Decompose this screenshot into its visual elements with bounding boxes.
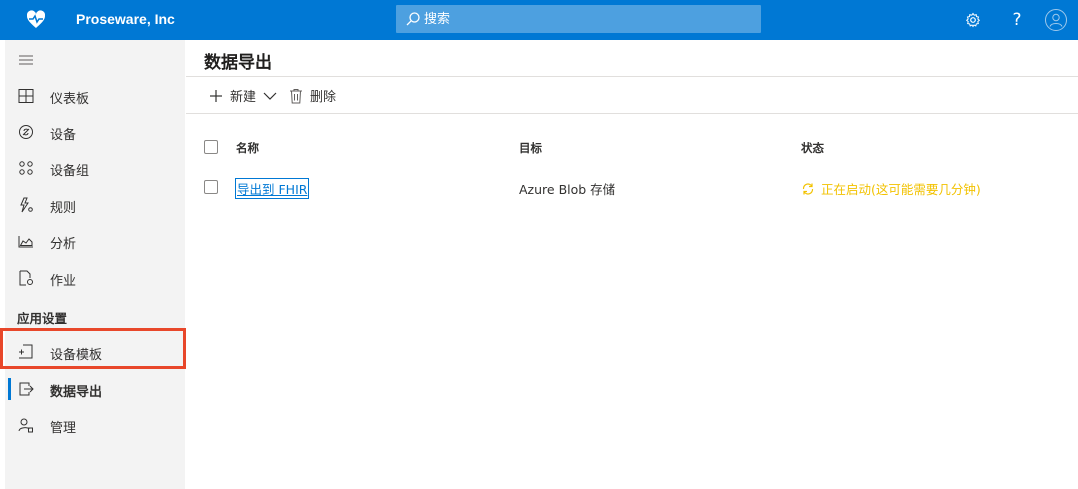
sidebar-item-label: 分析 [50,237,77,252]
highlight-box [0,328,186,369]
administration-icon [18,418,33,433]
sidebar-item-data-export[interactable]: 数据导出 [5,371,185,407]
sidebar-collapse-button[interactable] [5,42,185,78]
data-export-icon [19,382,34,396]
export-name-link[interactable]: 导出到 FHIR [234,178,310,199]
sidebar-item-label: 作业 [50,274,77,289]
sidebar-item-jobs[interactable]: 作业 [5,260,185,296]
new-button[interactable]: 新建 [208,86,278,105]
page-title: 数据导出 [204,53,272,73]
sync-icon [802,182,814,195]
sidebar-item-label: 管理 [50,421,77,436]
status-text: 正在启动(这可能需要几分钟) [821,182,981,197]
rules-icon [20,197,33,213]
column-header-status[interactable]: 状态 [801,140,824,156]
device-groups-icon [19,161,33,175]
trash-icon [290,88,302,103]
sidebar-item-label: 设备组 [50,164,90,179]
help-button[interactable]: ? [1005,8,1029,32]
sidebar-item-rules[interactable]: 规则 [5,187,185,223]
chevron-down-icon[interactable] [262,88,278,104]
export-status: 正在启动(这可能需要几分钟) [801,179,981,198]
top-bar: Proseware, Inc ? [0,0,1078,40]
user-avatar-icon [1045,9,1067,31]
sidebar-item-label: 数据导出 [50,385,103,400]
search-input[interactable] [424,5,744,33]
sidebar-item-analytics[interactable]: 分析 [5,223,185,259]
toolbar-divider [186,113,1078,114]
sidebar-item-label: 设备 [50,128,77,143]
dashboard-icon [18,89,34,103]
section-label-app-settings: 应用设置 [17,311,68,326]
new-label: 新建 [230,90,257,105]
sidebar-item-label: 仪表板 [50,92,90,107]
sidebar-item-dashboard[interactable]: 仪表板 [5,78,185,114]
heart-pulse-icon [26,10,46,28]
sidebar-item-devices[interactable]: 设备 [5,114,185,150]
sidebar-item-device-groups[interactable]: 设备组 [5,150,185,186]
sidebar-item-administration[interactable]: 管理 [5,407,185,443]
delete-button[interactable]: 删除 [289,86,336,105]
column-header-destination[interactable]: 目标 [519,140,542,156]
brand-name[interactable]: Proseware, Inc [76,11,175,27]
export-destination: Azure Blob 存储 [519,182,616,197]
device-icon [19,125,33,139]
delete-label: 删除 [310,90,337,105]
settings-button[interactable] [961,8,985,32]
row-checkbox[interactable] [204,180,218,194]
jobs-icon [19,270,33,286]
hamburger-menu-icon [19,55,33,65]
column-header-name[interactable]: 名称 [236,140,259,156]
gear-icon [965,12,981,28]
search-icon [406,12,420,26]
select-all-checkbox[interactable] [204,140,218,154]
sidebar: 仪表板 设备 设备组 规则 分析 作业 应用设置 设备模板 数据导出 管理 [5,40,185,489]
title-divider [186,76,1078,77]
search-box[interactable] [396,5,761,33]
plus-icon [210,89,222,102]
analytics-icon [18,236,33,248]
sidebar-item-label: 规则 [50,201,77,216]
help-icon: ? [1012,10,1022,30]
account-button[interactable] [1044,8,1068,32]
